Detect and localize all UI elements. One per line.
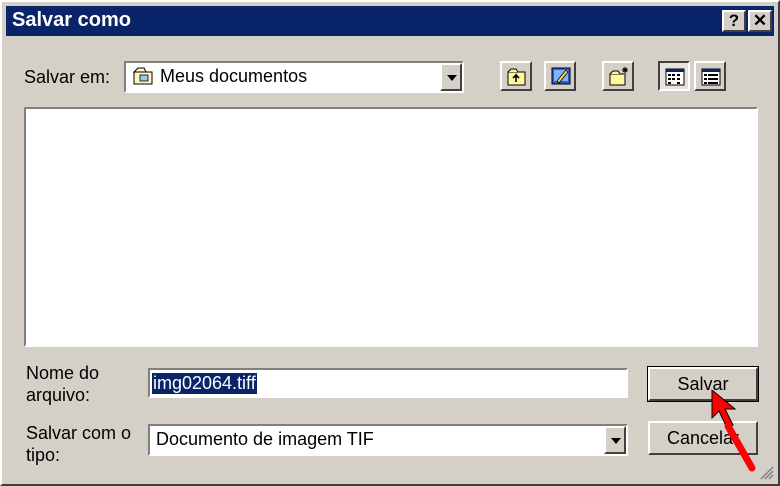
desktop-icon: [551, 67, 571, 85]
filename-label-line1: Nome do: [26, 363, 100, 383]
desktop-button[interactable]: [544, 61, 576, 91]
save-in-value: Meus documentos: [160, 66, 308, 86]
save-in-dropdown[interactable]: Meus documentos: [124, 61, 464, 93]
details-view-button[interactable]: [694, 61, 726, 91]
save-as-dialog: Salvar como ? ✕ Salvar em: Meus document…: [0, 0, 780, 486]
filename-label-line2: arquivo:: [26, 385, 91, 405]
help-button[interactable]: ?: [722, 10, 746, 32]
filetype-label: Salvar com o tipo:: [26, 422, 131, 466]
title-bar[interactable]: Salvar como ? ✕: [6, 6, 774, 36]
details-view-icon: [701, 68, 721, 86]
new-folder-icon: [609, 67, 628, 86]
new-folder-button[interactable]: [602, 61, 634, 91]
filename-input[interactable]: img02064.tiff: [148, 368, 628, 398]
filename-label: Nome do arquivo:: [26, 362, 99, 406]
chevron-down-icon[interactable]: [604, 426, 626, 454]
close-button[interactable]: ✕: [748, 10, 772, 32]
resize-grip-icon[interactable]: [758, 464, 774, 480]
list-view-icon: [665, 68, 685, 86]
up-one-level-icon: [507, 68, 526, 86]
file-list[interactable]: [24, 107, 758, 347]
pointer-arrow-icon: [711, 388, 756, 472]
up-one-level-button[interactable]: [500, 61, 532, 91]
chevron-down-icon[interactable]: [440, 63, 462, 91]
filetype-dropdown[interactable]: Documento de imagem TIF: [148, 424, 628, 456]
folder-icon: [132, 66, 156, 91]
filetype-label-line2: tipo:: [26, 445, 61, 465]
filetype-value: Documento de imagem TIF: [156, 429, 374, 449]
filename-value[interactable]: img02064.tiff: [152, 373, 257, 394]
window-title: Salvar como: [12, 9, 131, 31]
save-in-label: Salvar em:: [24, 67, 111, 87]
list-view-button[interactable]: [658, 61, 690, 91]
filetype-label-line1: Salvar com o: [26, 423, 132, 443]
